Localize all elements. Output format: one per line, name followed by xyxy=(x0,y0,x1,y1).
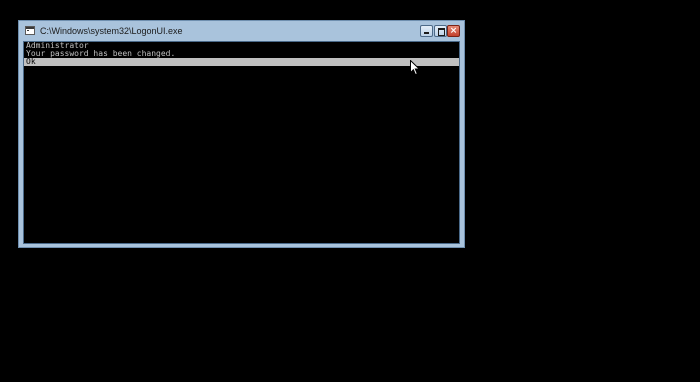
console-app-icon[interactable] xyxy=(25,26,35,35)
console-output[interactable]: Administrator Your password has been cha… xyxy=(23,41,460,244)
ok-option[interactable]: Ok xyxy=(24,58,459,66)
minimize-button[interactable] xyxy=(420,25,433,37)
console-window[interactable]: C:\Windows\system32\LogonUI.exe × Admini… xyxy=(18,20,465,248)
close-icon: × xyxy=(449,26,458,36)
desktop-background: C:\Windows\system32\LogonUI.exe × Admini… xyxy=(0,0,700,382)
minimize-icon xyxy=(424,32,429,34)
close-button[interactable]: × xyxy=(447,25,460,37)
maximize-button[interactable] xyxy=(434,25,447,37)
window-title: C:\Windows\system32\LogonUI.exe xyxy=(40,26,183,36)
title-bar[interactable]: C:\Windows\system32\LogonUI.exe × xyxy=(19,21,464,41)
console-line-message: Your password has been changed. xyxy=(26,49,176,58)
mouse-pointer-icon xyxy=(410,60,420,76)
maximize-icon xyxy=(438,28,445,36)
